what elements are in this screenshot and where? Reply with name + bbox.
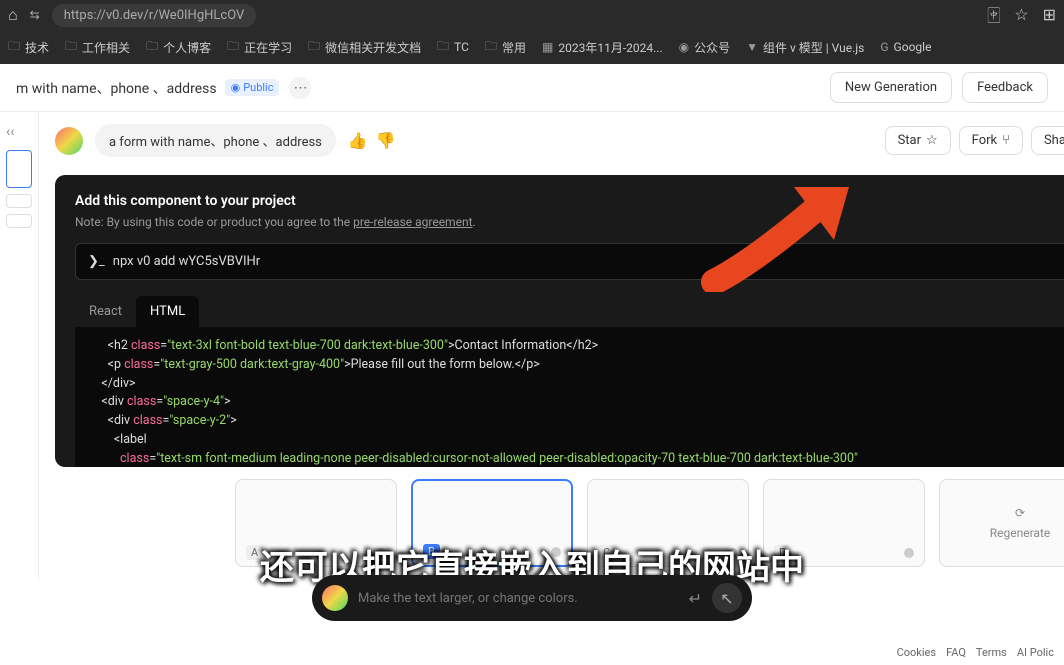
avatar (55, 127, 83, 155)
folder-icon: 🗀 (308, 37, 320, 58)
variant-label: D (774, 545, 791, 560)
cursor-mode-button[interactable]: ↖ (712, 583, 742, 613)
agreement-link[interactable]: pre-release agreement (353, 215, 472, 229)
variants-row: A B C D ⟳Regenerate (55, 467, 1064, 579)
variant-status-dot (376, 548, 386, 558)
regenerate-button[interactable]: ⟳Regenerate (939, 479, 1064, 567)
folder-icon: 🗀 (65, 37, 77, 58)
prompt-text: a form with name、phone 、address (95, 124, 336, 157)
footer-link[interactable]: AI Polic (1017, 646, 1054, 659)
variant-label: C (598, 545, 615, 560)
share-button[interactable]: Share⇪ (1031, 126, 1064, 155)
globe-icon: ◉ (231, 81, 241, 94)
tab-react[interactable]: React (75, 296, 136, 327)
variant-status-dot (551, 547, 561, 557)
refresh-icon: ⟳ (1015, 506, 1025, 520)
feedback-button[interactable]: Feedback (962, 72, 1048, 103)
panel-title: Add this component to your project (75, 193, 1064, 209)
extension-icon[interactable]: ⊞ (1043, 5, 1056, 25)
prompt-row: a form with name、phone 、address 👍 👎 Star… (55, 124, 1064, 157)
bookmark-item[interactable]: ▼组件 v 模型 | Vue.js (746, 39, 864, 56)
code-tabs: React HTML (75, 296, 1064, 327)
variant-status-dot (728, 548, 738, 558)
app-header: m with name、phone 、address ◉ Public ⋯ Ne… (0, 64, 1064, 112)
folder-icon: ▼ (746, 40, 758, 54)
browser-address-bar: ⌂ ⇆ https://v0.dev/r/We0IHgHLcOV 🀄︎ ☆ ⊞ (0, 0, 1064, 30)
security-icon: ⇆ (30, 8, 40, 22)
star-icon[interactable]: ☆ (1014, 5, 1028, 25)
star-button[interactable]: Star☆ (885, 126, 951, 155)
thumbs-up-icon[interactable]: 👍 (348, 131, 368, 150)
variant-status-dot (904, 548, 914, 558)
sidebar-thumb[interactable] (6, 214, 32, 228)
footer-link[interactable]: Cookies (897, 646, 936, 659)
project-title: m with name、phone 、address (16, 78, 217, 98)
variant-card[interactable]: B (411, 479, 573, 567)
folder-icon: ◉ (679, 40, 689, 54)
folder-icon: 🗀 (227, 37, 239, 58)
bookmark-item[interactable]: 🗀微信相关开发文档 (308, 37, 421, 58)
bookmark-item[interactable]: 🗀TC (437, 37, 469, 58)
left-sidebar: ‹‹ (0, 112, 39, 579)
public-badge: ◉ Public (225, 79, 280, 96)
collapse-sidebar-button[interactable]: ‹‹ (6, 124, 32, 140)
folder-icon: 🗀 (8, 37, 20, 58)
translate-icon[interactable]: 🀄︎ (988, 5, 1001, 25)
folder-icon: G (880, 40, 888, 54)
bookmark-item[interactable]: ▦2023年11月-2024... (542, 39, 663, 56)
folder-icon: 🗀 (146, 37, 158, 58)
star-icon: ☆ (926, 133, 938, 148)
bookmark-item[interactable]: 🗀技术 (8, 37, 49, 58)
fork-button[interactable]: Fork⑂ (959, 126, 1023, 155)
variant-card[interactable]: D (763, 479, 925, 567)
folder-icon: 🗀 (437, 37, 449, 58)
prompt-input-bar: ↵ ↖ (312, 575, 752, 621)
bookmark-item[interactable]: 🗀个人博客 (146, 37, 211, 58)
panel-note: Note: By using this code or product you … (75, 215, 1064, 229)
prompt-input[interactable] (358, 591, 679, 606)
footer-link[interactable]: FAQ (946, 646, 966, 659)
home-icon[interactable]: ⌂ (8, 5, 18, 25)
new-generation-button[interactable]: New Generation (830, 72, 952, 103)
footer-link[interactable]: Terms (976, 646, 1007, 659)
fork-icon: ⑂ (1002, 133, 1010, 148)
bookmark-item[interactable]: GGoogle (880, 40, 931, 54)
variant-card[interactable]: C (587, 479, 749, 567)
send-icon[interactable]: ↵ (689, 589, 702, 608)
sidebar-thumb[interactable] (6, 194, 32, 208)
url-input[interactable]: https://v0.dev/r/We0IHgHLcOV (52, 4, 257, 27)
code-panel: Add this component to your project Note:… (55, 175, 1064, 467)
variant-card[interactable]: A (235, 479, 397, 567)
bookmark-item[interactable]: ◉公众号 (679, 39, 731, 56)
code-block[interactable]: <h2 class="text-3xl font-bold text-blue-… (75, 327, 1064, 467)
sidebar-thumb-active[interactable] (6, 150, 32, 188)
variant-label: B (423, 544, 440, 559)
folder-icon: ▦ (542, 40, 553, 54)
variant-label: A (246, 545, 263, 560)
footer-links: Cookies FAQ Terms AI Polic (897, 646, 1054, 659)
command-box[interactable]: ❯_ npx v0 add wYC5sVBVIHr (75, 243, 1064, 280)
more-menu-button[interactable]: ⋯ (289, 77, 311, 99)
tab-html[interactable]: HTML (136, 296, 199, 327)
bookmark-item[interactable]: 🗀常用 (485, 37, 526, 58)
bookmark-item[interactable]: 🗀工作相关 (65, 37, 130, 58)
terminal-icon: ❯_ (88, 254, 105, 269)
thumbs-down-icon[interactable]: 👎 (376, 131, 396, 150)
bookmark-item[interactable]: 🗀正在学习 (227, 37, 292, 58)
avatar (322, 585, 348, 611)
bookmarks-bar: 🗀技术 🗀工作相关 🗀个人博客 🗀正在学习 🗀微信相关开发文档 🗀TC 🗀常用 ▦2023年1… (0, 30, 1064, 64)
folder-icon: 🗀 (485, 37, 497, 58)
